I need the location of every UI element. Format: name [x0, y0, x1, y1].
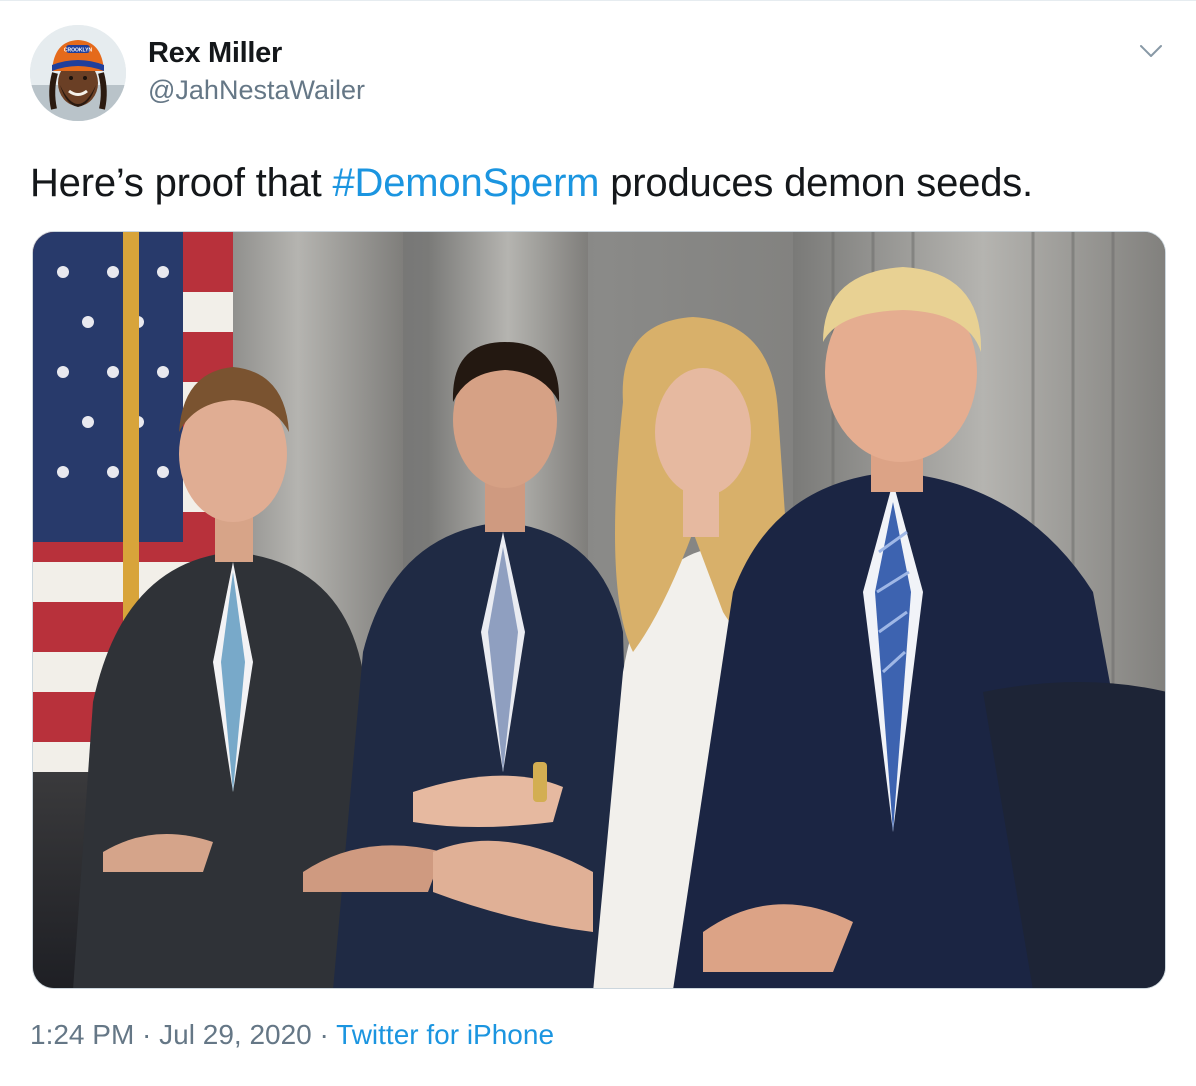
user-handle[interactable]: @JahNestaWailer	[148, 75, 365, 106]
tweet-text-after: produces demon seeds.	[599, 161, 1033, 205]
tweet-text-before: Here’s proof that	[30, 161, 333, 205]
photo-image	[33, 232, 1165, 988]
chevron-down-icon[interactable]	[1136, 35, 1166, 65]
avatar-image: CROOKLYN	[30, 25, 126, 121]
tweet-card: CROOKLYN Rex Miller @JahNestaWailer Here…	[0, 0, 1196, 1086]
tweet-source-link[interactable]: Twitter for iPhone	[336, 1019, 554, 1050]
meta-separator-2: ·	[311, 1019, 337, 1050]
tweet-text: Here’s proof that #DemonSperm produces d…	[30, 161, 1033, 206]
hashtag-link[interactable]: #DemonSperm	[333, 161, 600, 205]
meta-separator: ·	[134, 1019, 160, 1050]
user-display-name[interactable]: Rex Miller	[148, 37, 282, 70]
user-avatar[interactable]: CROOKLYN	[30, 25, 126, 121]
tweet-time[interactable]: 1:24 PM	[30, 1019, 134, 1050]
tweet-date[interactable]: Jul 29, 2020	[159, 1019, 312, 1050]
tweet-meta: 1:24 PM · Jul 29, 2020 · Twitter for iPh…	[30, 1019, 554, 1051]
helmet-text: CROOKLYN	[64, 48, 93, 54]
tweet-photo[interactable]	[32, 231, 1166, 989]
